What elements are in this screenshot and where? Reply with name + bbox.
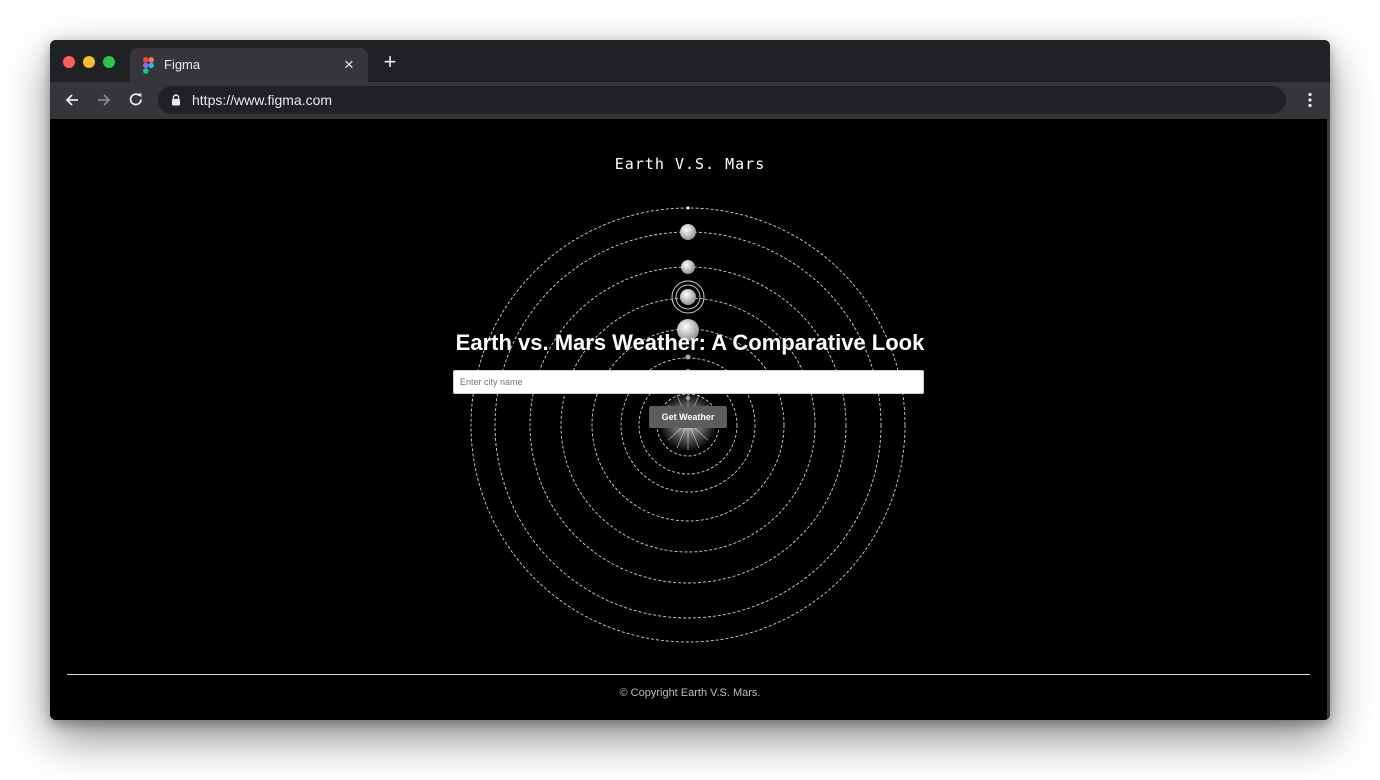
new-tab-button[interactable]: + — [380, 51, 400, 73]
minimize-window-button[interactable] — [83, 56, 95, 68]
close-icon[interactable]: × — [340, 56, 358, 74]
address-bar[interactable]: https://www.figma.com — [158, 86, 1286, 114]
tab-title: Figma — [164, 57, 201, 72]
close-window-button[interactable] — [63, 56, 75, 68]
browser-toolbar: https://www.figma.com — [50, 82, 1330, 119]
footer-divider — [67, 674, 1310, 675]
reload-icon[interactable] — [126, 90, 146, 110]
arrow-left-icon[interactable] — [62, 90, 82, 110]
ringed-planet — [680, 289, 696, 305]
scrollbar[interactable] — [1327, 119, 1330, 720]
city-name-input[interactable] — [453, 370, 924, 394]
planet — [681, 260, 695, 274]
kebab-menu-icon[interactable] — [1302, 92, 1318, 108]
page-content: Earth V.S. Mars Earth vs. Mars Weather: … — [50, 119, 1330, 720]
page-headline: Earth vs. Mars Weather: A Comparative Lo… — [455, 330, 925, 355]
tab-bar: Figma × + — [50, 40, 1330, 82]
planet — [686, 396, 690, 400]
footer-copyright: © Copyright Earth V.S. Mars. — [619, 687, 761, 699]
browser-window: Figma × + https://www.figma.com Earth V.… — [50, 40, 1330, 720]
solar-system-illustration — [470, 206, 906, 643]
lock-icon — [172, 94, 180, 106]
maximize-window-button[interactable] — [103, 56, 115, 68]
planet — [686, 206, 690, 210]
get-weather-button[interactable]: Get Weather — [649, 406, 727, 428]
tab-figma[interactable]: Figma × — [130, 48, 368, 82]
site-title: Earth V.S. Mars — [614, 155, 766, 173]
figma-icon — [143, 57, 154, 74]
url-text: https://www.figma.com — [192, 92, 333, 108]
arrow-right-icon[interactable] — [94, 90, 114, 110]
planet — [680, 224, 696, 240]
